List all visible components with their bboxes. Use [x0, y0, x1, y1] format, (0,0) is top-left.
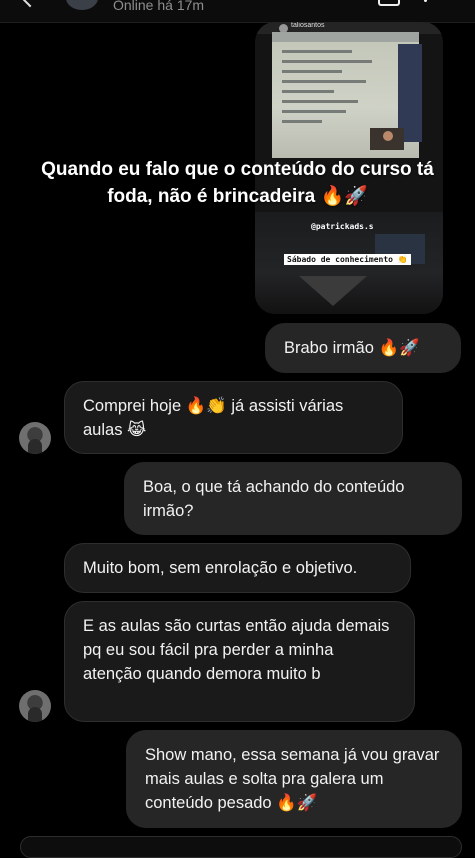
screen-text-line: [282, 50, 352, 53]
back-chevron-icon[interactable]: [18, 0, 42, 8]
info-icon[interactable]: [424, 0, 427, 2]
screen-text-line: [282, 120, 322, 123]
message-bubble-in[interactable]: Muito bom, sem enrolação e objetivo.: [64, 543, 411, 593]
message-composer[interactable]: [20, 836, 462, 858]
message-bubble-in[interactable]: E as aulas são curtas então ajuda demais…: [64, 601, 415, 722]
message-bubble-out[interactable]: Boa, o que tá achando do conteúdo irmão?: [124, 462, 462, 535]
message-bubble-out[interactable]: Show mano, essa semana já vou gravar mai…: [126, 730, 462, 828]
story-screen-image: [272, 32, 422, 158]
video-call-icon[interactable]: [378, 0, 400, 6]
story-username: taliosantos: [291, 22, 325, 29]
story-sticker: Sábado de conhecimento 👏: [284, 254, 411, 265]
screen-text-line: [282, 110, 346, 113]
screen-text-line: [282, 80, 366, 83]
message-bubble-out[interactable]: Brabo irmão 🔥🚀: [265, 323, 461, 373]
contact-avatar[interactable]: [19, 422, 51, 454]
message-bubble-in[interactable]: Comprei hoje 🔥👏 já assisti várias aulas …: [64, 381, 403, 454]
screen-text-line: [282, 60, 372, 63]
contact-avatar[interactable]: [19, 690, 51, 722]
online-status: Online há 17m: [113, 0, 205, 13]
room-shape: [299, 276, 367, 306]
header-avatar[interactable]: [66, 0, 98, 10]
story-handle-tag: @patrickads.s: [311, 222, 374, 231]
webcam-person: [383, 131, 393, 141]
screen-text-line: [282, 100, 358, 103]
chat-header: Online há 17m: [0, 0, 475, 23]
screen-text-line: [282, 70, 342, 73]
screen-text-line: [282, 90, 334, 93]
story-caption-text: Quando eu falo que o conteúdo do curso t…: [41, 159, 434, 207]
screen-toolbar: [272, 32, 419, 42]
story-caption: Quando eu falo que o conteúdo do curso t…: [0, 156, 475, 210]
